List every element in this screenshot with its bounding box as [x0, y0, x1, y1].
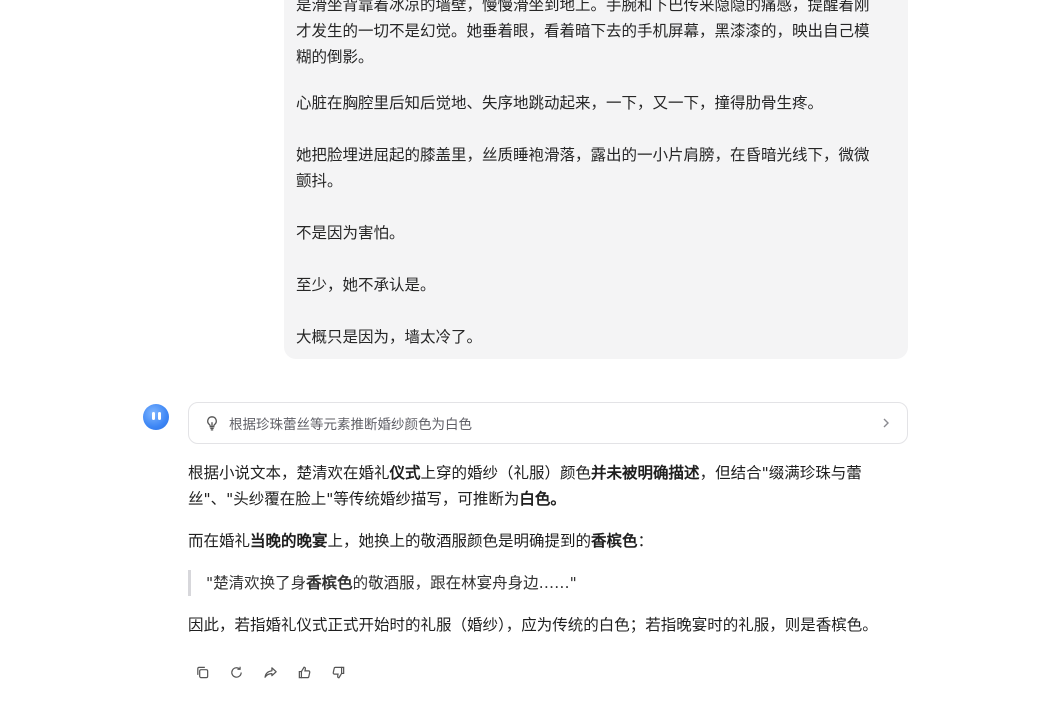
avatar-eye: [158, 412, 161, 420]
thumbs-up-icon: [298, 666, 310, 678]
regenerate-button[interactable]: [224, 660, 248, 684]
answer-bold: 仪式: [389, 464, 421, 482]
answer-bold: 并未被明确描述: [591, 464, 700, 482]
user-message-line: 颤抖。: [296, 172, 343, 190]
answer-text: 上，她换上的敬酒服颜色是明确提到的: [327, 532, 592, 550]
answer-text: 丝"、"头纱覆在脸上"等传统婚纱描写，可推断为: [188, 490, 520, 508]
user-message-bubble: 是滑坐背靠着冰凉的墙壁，慢慢滑坐到地上。手腕和下巴传来隐隐的痛感，提醒着刚 才发…: [284, 0, 908, 359]
answer-bold: 当晚的晚宴: [250, 532, 328, 550]
answer-paragraph-2: 而在婚礼当晚的晚宴上，她换上的敬酒服颜色是明确提到的香槟色：: [188, 528, 906, 554]
user-message-line: 是滑坐背靠着冰凉的墙壁，慢慢滑坐到地上。手腕和下巴传来隐隐的痛感，提醒着刚: [296, 0, 870, 14]
share-button[interactable]: [258, 660, 282, 684]
regenerate-icon: [230, 666, 242, 678]
chat-page: 是滑坐背靠着冰凉的墙壁，慢慢滑坐到地上。手腕和下巴传来隐隐的痛感，提醒着刚 才发…: [0, 0, 1060, 723]
blockquote: "楚清欢换了身香槟色的敬酒服，跟在林宴舟身边……": [188, 570, 888, 596]
answer-text: 上穿的婚纱（礼服）颜色: [420, 464, 592, 482]
assistant-avatar: [143, 404, 169, 430]
answer-bold: 白色。: [519, 490, 566, 508]
thumbs-down-button[interactable]: [326, 660, 350, 684]
user-message-line: 糊的倒影。: [296, 48, 374, 66]
reasoning-summary: 根据珍珠蕾丝等元素推断婚纱颜色为白色: [229, 417, 472, 433]
answer-text: ，但结合"缀满珍珠与蕾: [699, 464, 862, 482]
message-actions: [190, 660, 350, 684]
reasoning-toggle[interactable]: 根据珍珠蕾丝等元素推断婚纱颜色为白色: [188, 402, 908, 444]
answer-text: ：: [637, 532, 654, 550]
quote-text: 的敬酒服，跟在林宴舟身边……": [352, 574, 577, 592]
answer-text: 而在婚礼: [188, 532, 251, 550]
quote-text: "楚清欢换了身: [206, 574, 307, 592]
quote-bold: 香槟色: [306, 574, 353, 592]
user-message-line: 心脏在胸腔里后知后觉地、失序地跳动起来，一下，又一下，撞得肋骨生疼。: [296, 94, 824, 112]
user-message-line: 她把脸埋进屈起的膝盖里，丝质睡袍滑落，露出的一小片肩膀，在昏暗光线下，微微: [296, 146, 870, 164]
answer-paragraph-3: 因此，若指婚礼仪式正式开始时的礼服（婚纱），应为传统的白色；若指晚宴时的礼服，则…: [188, 616, 878, 634]
answer-paragraph-1: 根据小说文本，楚清欢在婚礼仪式上穿的婚纱（礼服）颜色并未被明确描述，但结合"缀满…: [188, 460, 906, 512]
thumbs-down-icon: [332, 666, 344, 678]
user-message-line: 大概只是因为，墙太冷了。: [296, 328, 483, 346]
answer-text: 根据小说文本，楚清欢在婚礼: [188, 464, 390, 482]
user-message-line: 不是因为害怕。: [296, 224, 405, 242]
user-message-line: 至少，她不承认是。: [296, 276, 436, 294]
copy-icon: [196, 666, 208, 678]
lightbulb-icon: [203, 414, 221, 432]
answer-bold: 香槟色: [591, 532, 638, 550]
user-message-line: 才发生的一切不是幻觉。她垂着眼，看着暗下去的手机屏幕，黑漆漆的，映出自己模: [296, 22, 870, 40]
avatar-eye: [152, 412, 155, 420]
thumbs-up-button[interactable]: [292, 660, 316, 684]
copy-button[interactable]: [190, 660, 214, 684]
share-icon: [263, 666, 277, 678]
chevron-right-icon: [879, 416, 893, 430]
